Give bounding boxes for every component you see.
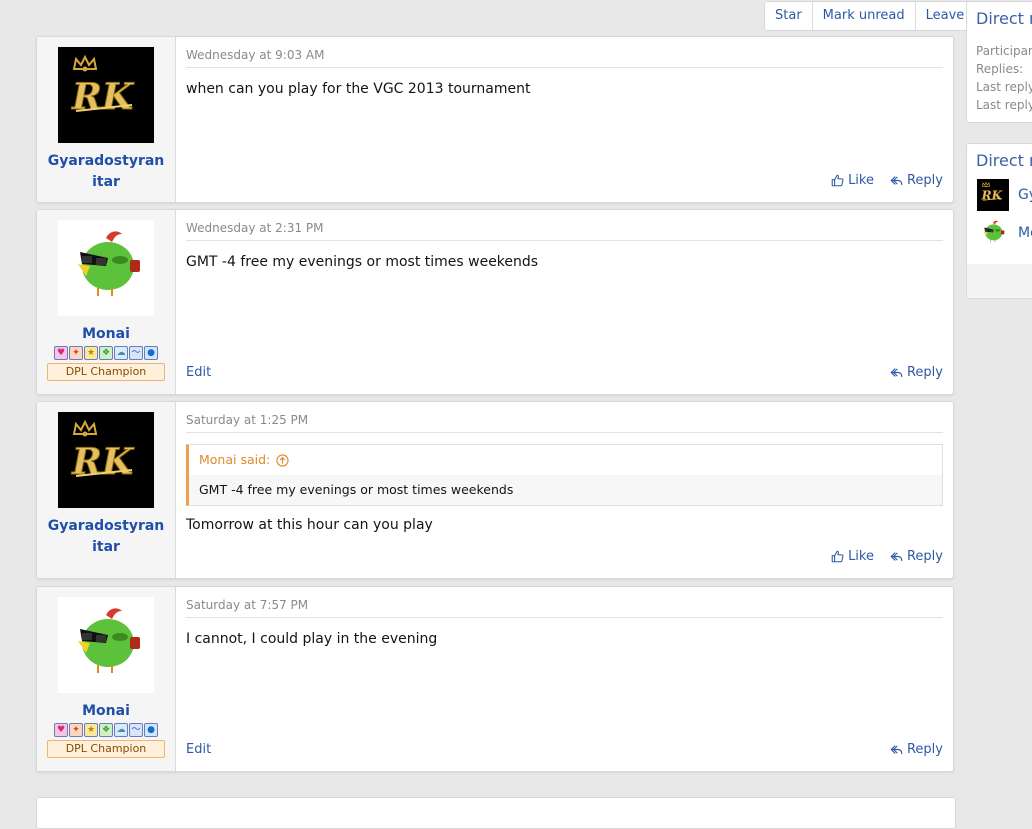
ghost-badge-icon: ☁ (114, 346, 128, 360)
reply-icon (890, 743, 903, 756)
message-content: Saturday at 7:57 PM I cannot, I could pl… (176, 587, 953, 771)
last-reply-from-label: Last reply (967, 96, 1032, 114)
message-footer: Edit Reply (186, 740, 943, 758)
like-button[interactable]: Like (831, 549, 874, 564)
reply-button[interactable]: Reply (890, 173, 943, 188)
thumbs-up-icon (831, 174, 844, 187)
message: Monai ♥ ✦ ★ ❖ ☁ 〜 ● DPL Champion Wednesd… (36, 209, 954, 395)
fire-badge-icon: ✦ (69, 723, 83, 737)
reply-button[interactable]: Reply (890, 549, 943, 564)
avatar[interactable] (58, 412, 154, 508)
participants-panel-title: Direct m (967, 144, 1032, 176)
star-badge-icon: ★ (84, 346, 98, 360)
message-user-column: Monai ♥ ✦ ★ ❖ ☁ 〜 ● DPL Champion (37, 210, 176, 394)
user-badges: ♥ ✦ ★ ❖ ☁ 〜 ● (54, 723, 158, 737)
message-footer: Like Reply (186, 171, 943, 189)
participant-item[interactable]: Gy (967, 176, 1032, 214)
reply-button[interactable]: Reply (890, 742, 943, 757)
message: Gyaradostyranitar Wednesday at 9:03 AM w… (36, 36, 954, 203)
heart-badge-icon: ♥ (54, 723, 68, 737)
avatar[interactable] (977, 179, 1009, 211)
conversation-info-panel: Direct m Participan Replies: Last reply … (966, 1, 1032, 123)
reply-icon (890, 550, 903, 563)
participant-name[interactable]: Mo (1018, 225, 1032, 241)
message-text: I cannot, I could play in the evening (186, 631, 438, 647)
message-user-column: Gyaradostyranitar (37, 37, 176, 202)
avatar[interactable] (977, 217, 1009, 249)
heart-badge-icon: ♥ (54, 346, 68, 360)
avatar[interactable] (58, 220, 154, 316)
message-content: Saturday at 1:25 PM Monai said: GMT -4 f… (176, 402, 953, 578)
participants-panel: Direct m Gy Mo (966, 143, 1032, 299)
thumbs-up-icon (831, 550, 844, 563)
avatar[interactable] (58, 597, 154, 693)
wave-badge-icon: 〜 (129, 723, 143, 737)
edit-button[interactable]: Edit (186, 365, 211, 380)
quote-author-link[interactable]: Monai said: (189, 445, 942, 475)
user-title-banner: DPL Champion (47, 363, 165, 381)
message-content: Wednesday at 2:31 PM GMT -4 free my even… (176, 210, 953, 394)
message-text: when can you play for the VGC 2013 tourn… (186, 81, 531, 97)
leaf-badge-icon: ❖ (99, 346, 113, 360)
info-panel-title: Direct m (967, 2, 1032, 34)
mark-unread-button[interactable]: Mark unread (813, 2, 916, 30)
quote-text: GMT -4 free my evenings or most times we… (199, 482, 514, 497)
star-button[interactable]: Star (765, 2, 813, 30)
message: Monai ♥ ✦ ★ ❖ ☁ 〜 ● DPL Champion Saturda… (36, 586, 954, 772)
message-timestamp[interactable]: Saturday at 1:25 PM (186, 402, 943, 433)
participant-item[interactable]: Mo (967, 214, 1032, 252)
username[interactable]: Gyaradostyranitar (46, 151, 166, 193)
arrow-up-circle-icon (276, 453, 289, 467)
message-footer: Edit Reply (186, 363, 943, 381)
star-badge-icon: ★ (84, 723, 98, 737)
username[interactable]: Gyaradostyranitar (46, 516, 166, 558)
avatar[interactable] (58, 47, 154, 143)
message-timestamp[interactable]: Saturday at 7:57 PM (186, 587, 943, 618)
fire-badge-icon: ✦ (69, 346, 83, 360)
message-text: Tomorrow at this hour can you play (186, 517, 433, 533)
replies-label: Replies: (967, 60, 1032, 78)
message: Gyaradostyranitar Saturday at 1:25 PM Mo… (36, 401, 954, 579)
reply-icon (890, 366, 903, 379)
wave-badge-icon: 〜 (129, 346, 143, 360)
leaf-badge-icon: ❖ (99, 723, 113, 737)
conversation-actions: Star Mark unread Leave (764, 1, 976, 31)
message-content: Wednesday at 9:03 AM when can you play f… (176, 37, 953, 202)
user-title-banner: DPL Champion (47, 740, 165, 758)
participants-label: Participan (967, 42, 1032, 60)
message-text: GMT -4 free my evenings or most times we… (186, 254, 539, 270)
message-timestamp[interactable]: Wednesday at 9:03 AM (186, 37, 943, 68)
participant-name[interactable]: Gy (1018, 187, 1032, 203)
drop-badge-icon: ● (144, 723, 158, 737)
reply-icon (890, 174, 903, 187)
message-user-column: Monai ♥ ✦ ★ ❖ ☁ 〜 ● DPL Champion (37, 587, 176, 771)
last-reply-date-label: Last reply (967, 78, 1032, 96)
edit-button[interactable]: Edit (186, 742, 211, 757)
message-user-column: Gyaradostyranitar (37, 402, 176, 578)
ghost-badge-icon: ☁ (114, 723, 128, 737)
username[interactable]: Monai (46, 324, 166, 345)
drop-badge-icon: ● (144, 346, 158, 360)
quote-block: Monai said: GMT -4 free my evenings or m… (186, 444, 943, 506)
message-timestamp[interactable]: Wednesday at 2:31 PM (186, 210, 943, 241)
like-button[interactable]: Like (831, 173, 874, 188)
message-partial (36, 797, 956, 829)
message-footer: Like Reply (186, 547, 943, 565)
user-badges: ♥ ✦ ★ ❖ ☁ 〜 ● (54, 346, 158, 360)
username[interactable]: Monai (46, 701, 166, 722)
reply-button[interactable]: Reply (890, 365, 943, 380)
